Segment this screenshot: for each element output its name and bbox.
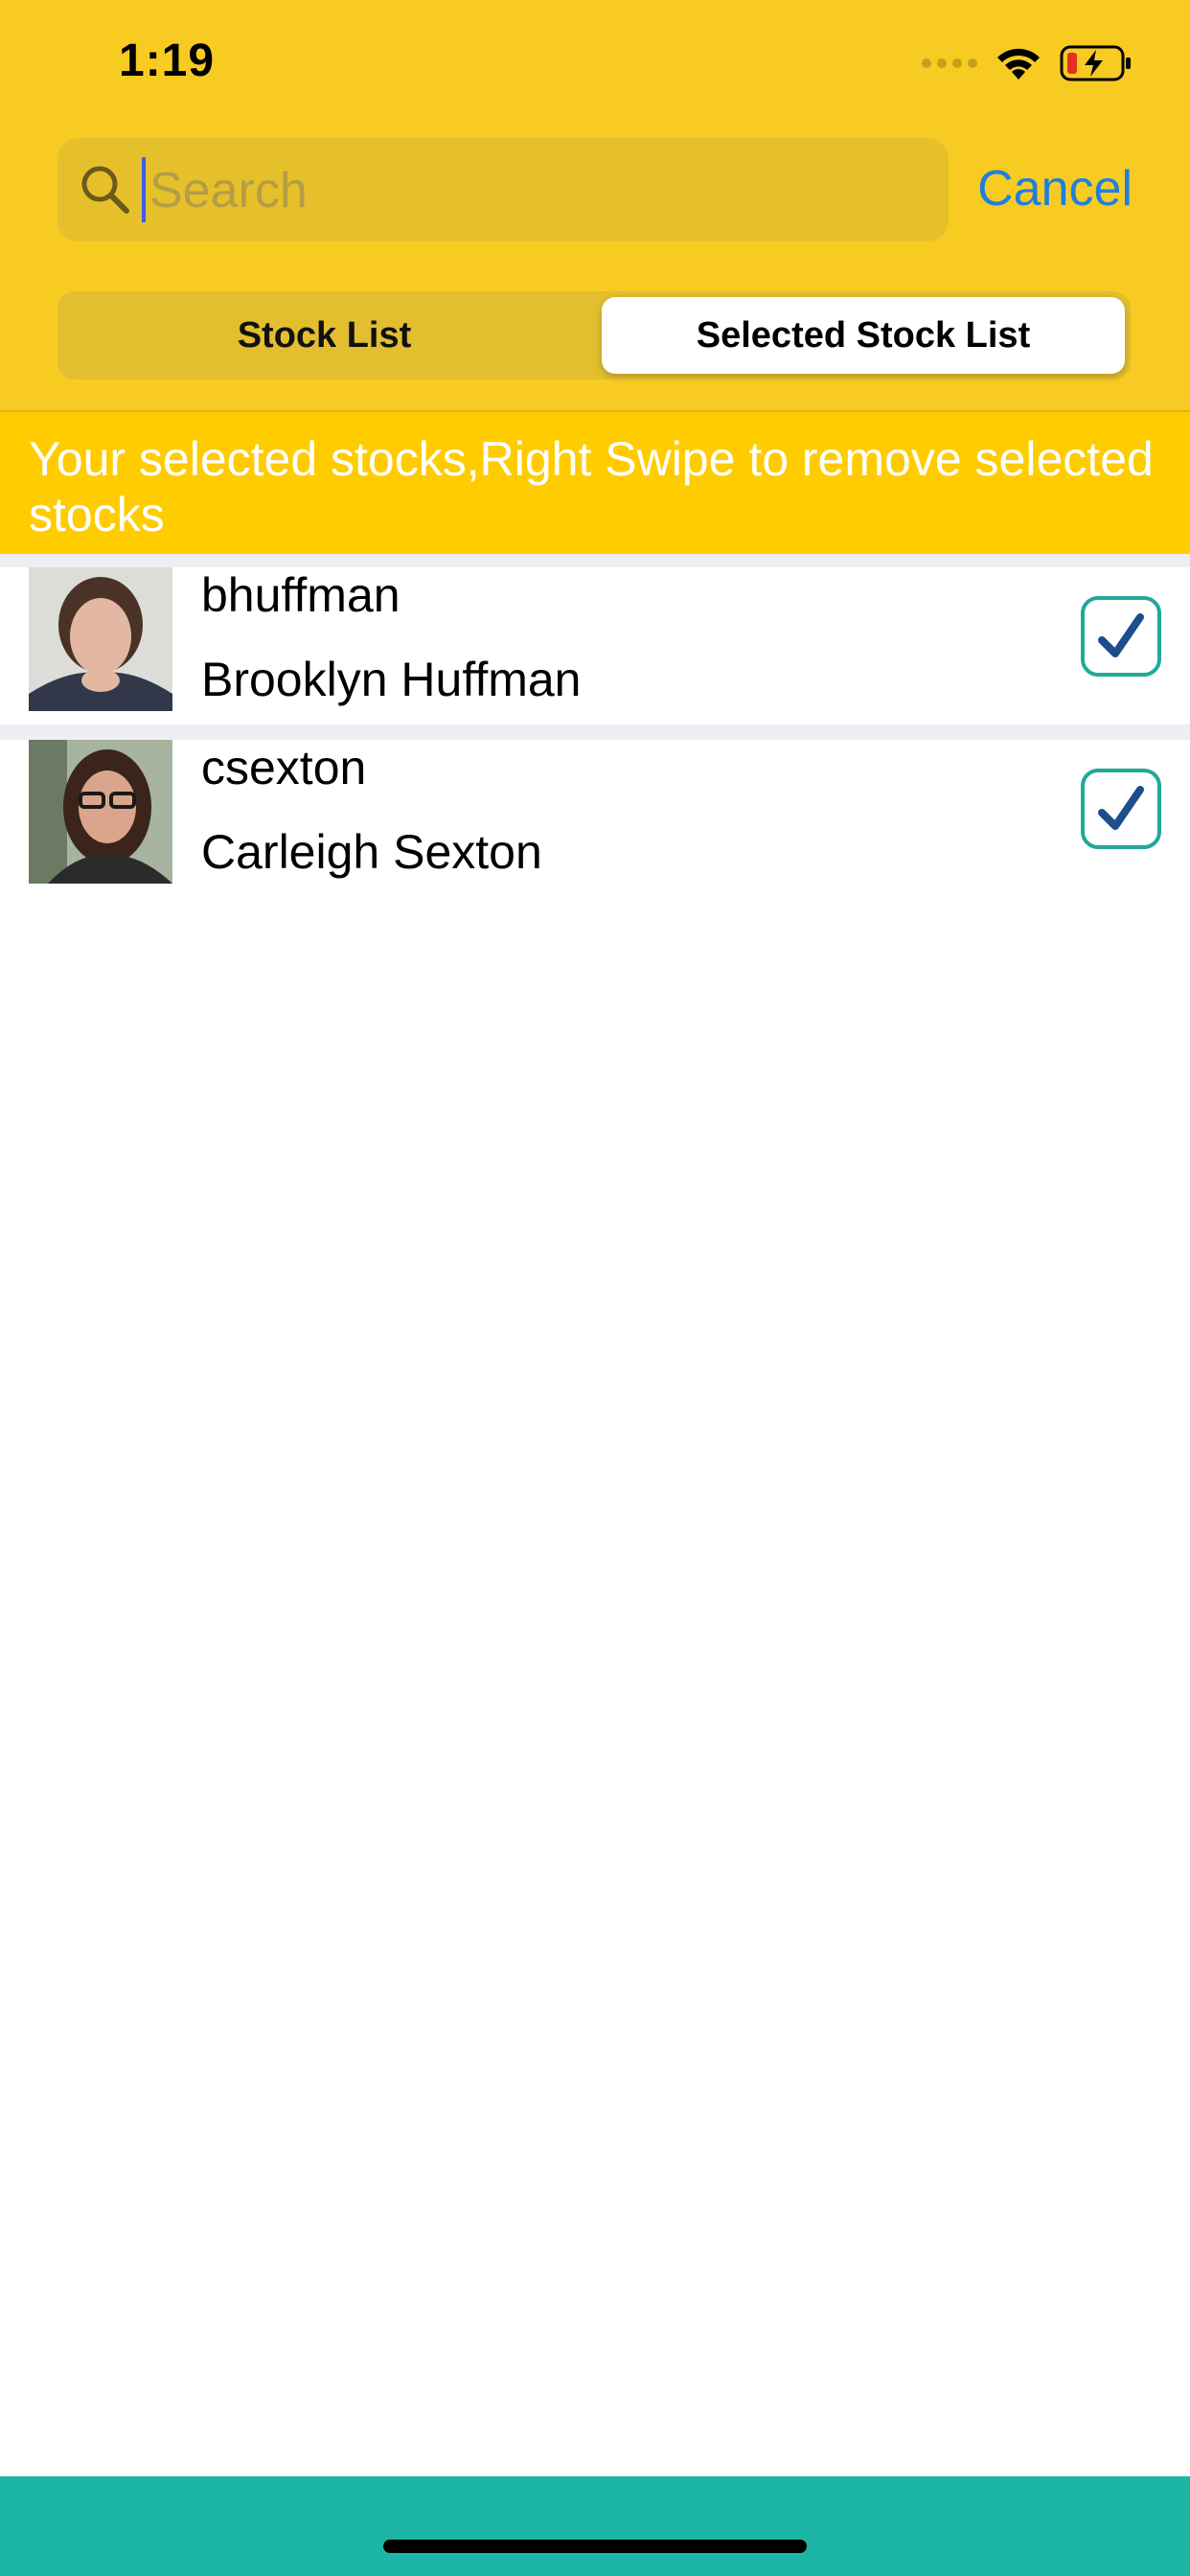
avatar xyxy=(29,567,172,711)
tab-selected-stock-list[interactable]: Selected Stock List xyxy=(602,297,1125,374)
segmented-control: Stock List Selected Stock List xyxy=(57,291,1131,380)
search-input[interactable] xyxy=(148,138,937,243)
status-icons xyxy=(922,42,1133,84)
checkmark-icon xyxy=(1098,786,1144,830)
cancel-button[interactable]: Cancel xyxy=(977,155,1133,222)
stock-username: bhuffman xyxy=(201,568,400,622)
home-indicator[interactable] xyxy=(383,2540,807,2553)
banner-text: Your selected stocks,Right Swipe to remo… xyxy=(29,432,1154,541)
list-item[interactable]: bhuffman Brooklyn Huffman xyxy=(0,567,1190,724)
avatar xyxy=(29,740,172,884)
status-time: 1:19 xyxy=(119,35,216,86)
checkbox-checked[interactable] xyxy=(1081,769,1161,849)
stock-fullname: Carleigh Sexton xyxy=(201,825,542,879)
header-bar: 1:19 Cancel Stock List Selected Stock Li… xyxy=(0,0,1190,412)
search-icon xyxy=(81,166,129,214)
checkmark-icon xyxy=(1098,613,1144,657)
row-separator xyxy=(0,554,1190,567)
signal-dots-icon xyxy=(922,58,977,68)
stock-username: csexton xyxy=(201,741,367,794)
list-item[interactable]: csexton Carleigh Sexton xyxy=(0,740,1190,897)
bottom-bar xyxy=(0,2476,1190,2576)
row-separator xyxy=(0,724,1190,740)
tab-stock-list[interactable]: Stock List xyxy=(63,297,585,374)
search-field[interactable] xyxy=(57,138,949,243)
text-caret xyxy=(142,157,146,222)
checkbox-checked[interactable] xyxy=(1081,596,1161,677)
wifi-icon xyxy=(997,48,1040,80)
battery-charging-icon xyxy=(1060,45,1131,81)
stock-fullname: Brooklyn Huffman xyxy=(201,653,582,706)
info-banner: Your selected stocks,Right Swipe to remo… xyxy=(0,412,1190,554)
